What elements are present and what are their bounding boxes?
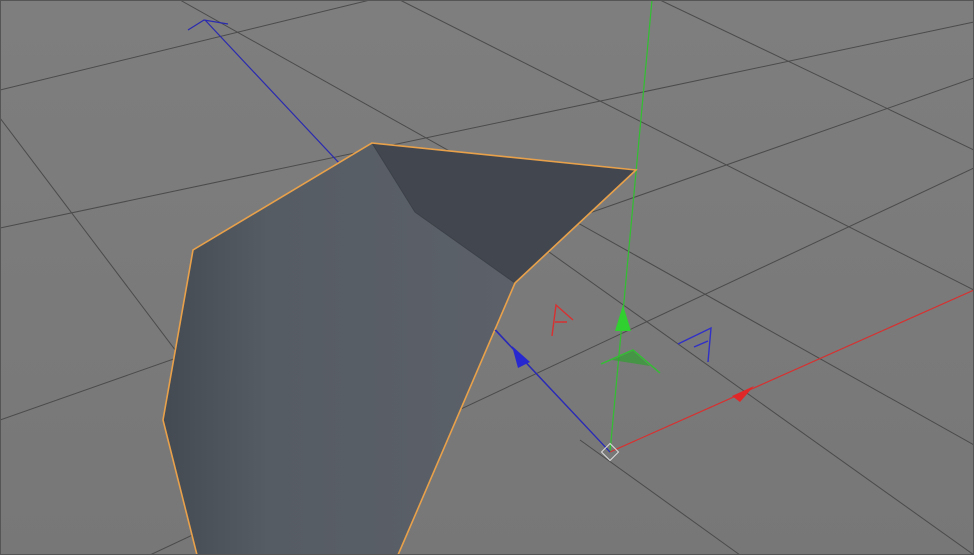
3d-viewport[interactable] bbox=[0, 0, 974, 555]
